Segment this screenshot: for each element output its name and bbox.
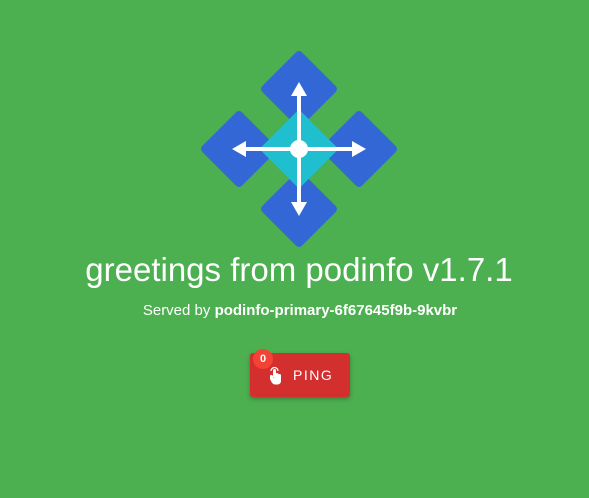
page-title: greetings from podinfo v1.7.1 (85, 251, 513, 288)
touch-hand-icon (270, 366, 281, 385)
served-by-prefix: Served by (142, 302, 211, 319)
ping-label: PING (293, 367, 334, 383)
hostname: podinfo-primary-6f67645f9b-9kvbr (214, 302, 458, 319)
ping-button[interactable]: PING 0 (250, 349, 350, 397)
served-by-text: Served by podinfo-primary-6f67645f9b-9kv… (0, 301, 589, 321)
podinfo-logo-icon (201, 51, 397, 247)
ping-count-badge: 0 (253, 349, 273, 369)
